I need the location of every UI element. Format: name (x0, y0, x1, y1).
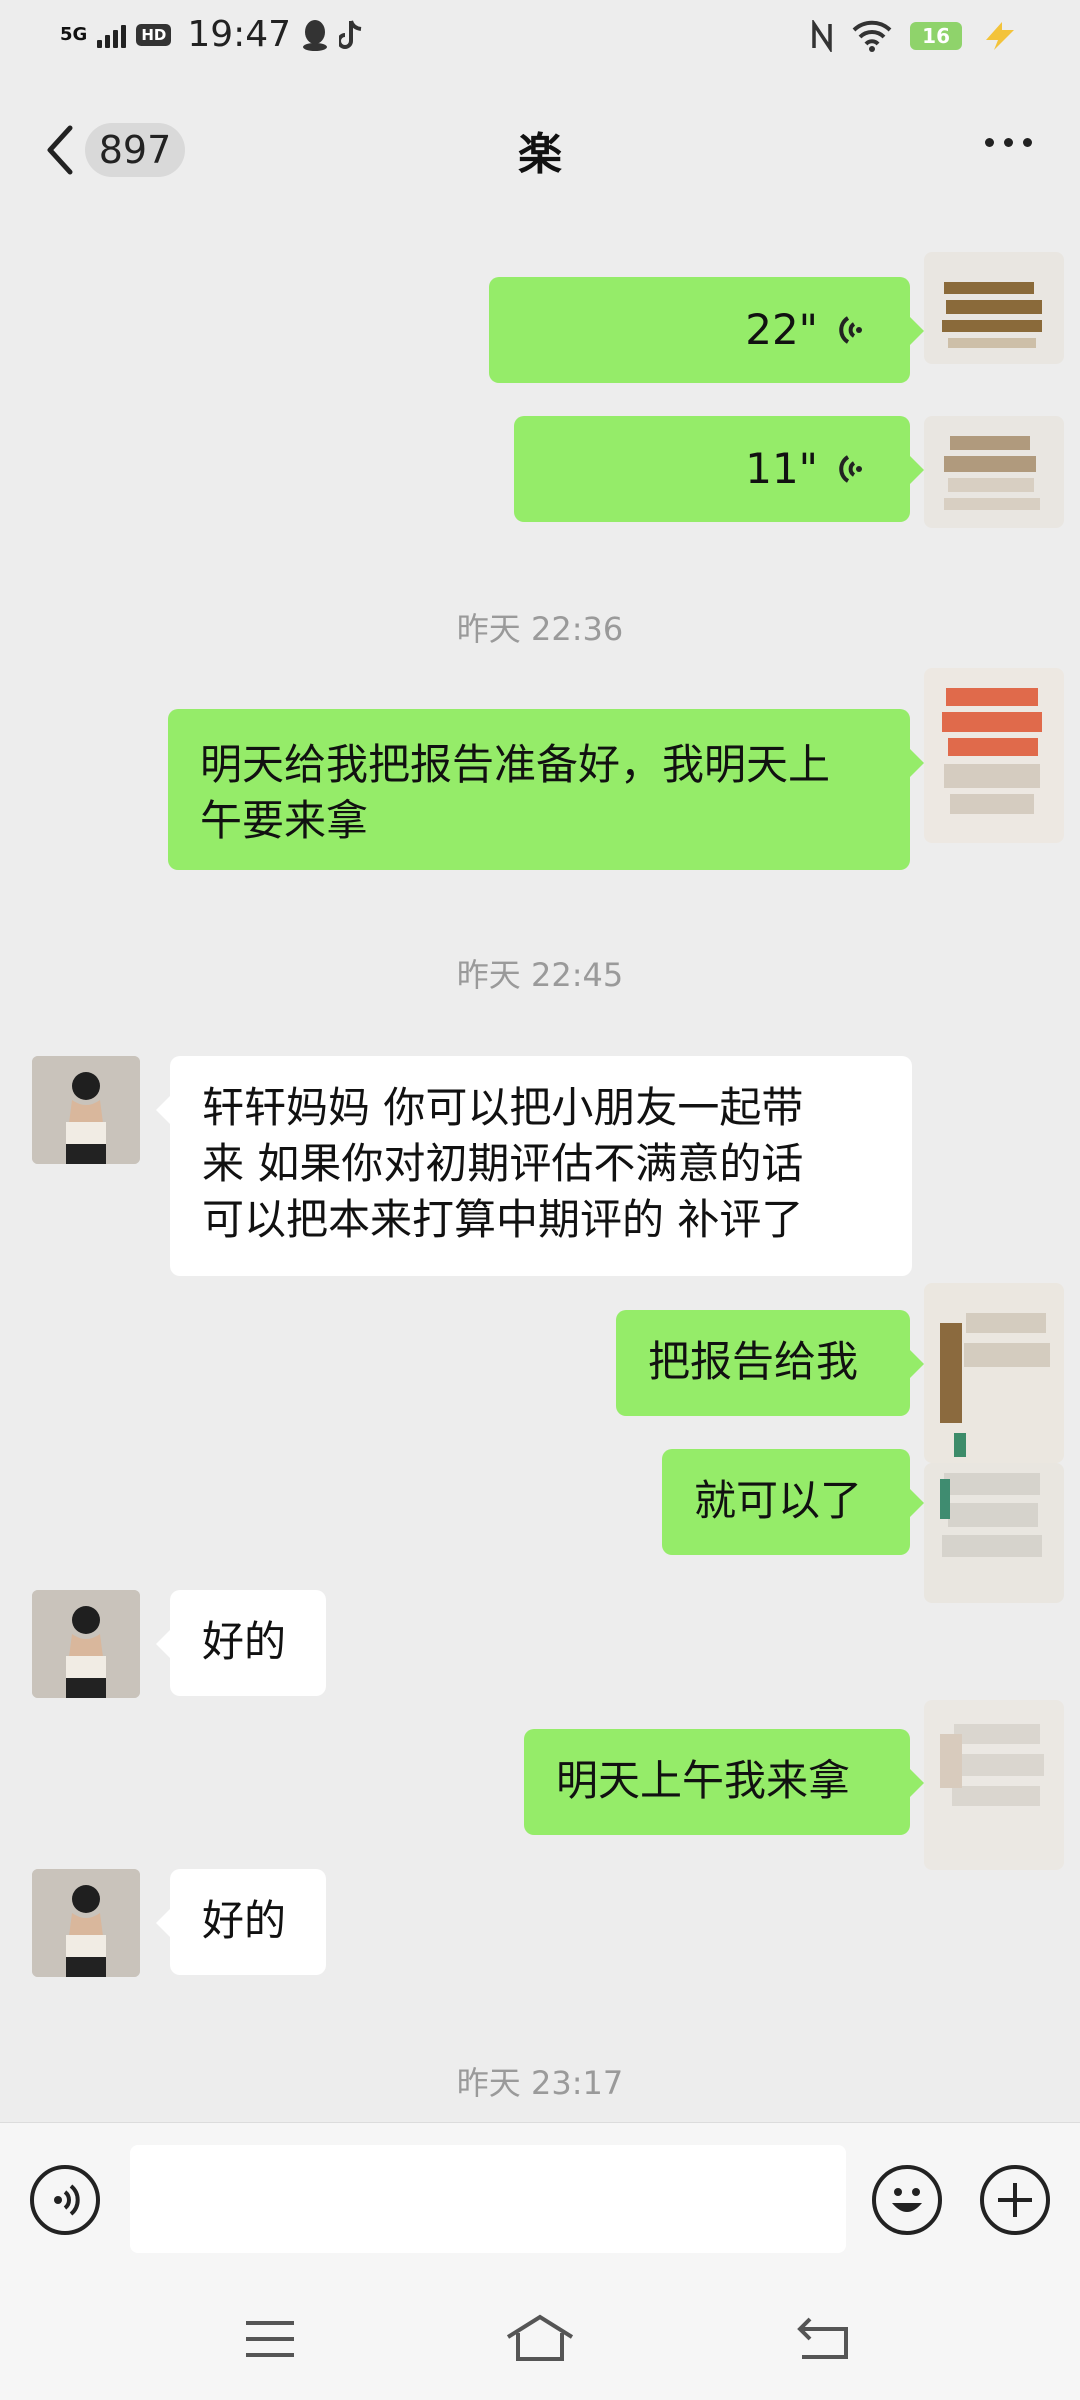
text-message[interactable]: 明天给我把报告准备好，我明天上 午要来拿 (168, 709, 924, 870)
system-nav-bar (0, 2279, 1080, 2400)
chat-header: 897 楽 (0, 80, 1080, 215)
text-message[interactable]: 好的 (156, 1869, 326, 1975)
timestamp: 昨天 22:36 (456, 610, 624, 648)
my-avatar[interactable] (924, 1700, 1064, 1870)
text-message[interactable]: 就可以了 (662, 1449, 924, 1555)
emoji-icon[interactable] (872, 2165, 942, 2235)
status-bar: 5G HD 19:47 16 (0, 0, 1080, 80)
timestamp: 昨天 23:17 (456, 2064, 624, 2102)
message-text-line: 来 如果你对初期评估不满意的话 (202, 1139, 804, 1188)
my-avatar[interactable] (924, 1283, 1064, 1463)
my-avatar[interactable] (924, 668, 1064, 843)
wifi-icon (852, 20, 892, 52)
message-text-line: 轩轩妈妈 你可以把小朋友一起带 (202, 1083, 804, 1132)
charging-icon (986, 22, 1014, 50)
message-text: 好的 (202, 1617, 287, 1666)
network-label: 5G (60, 23, 88, 45)
message-text-line: 明天给我把报告准备好，我明天上 (200, 740, 831, 789)
voice-duration: 11" (745, 444, 818, 493)
message-text-line: 可以把本来打算中期评的 补评了 (202, 1195, 804, 1244)
text-message[interactable]: 轩轩妈妈 你可以把小朋友一起带 来 如果你对初期评估不满意的话 可以把本来打算中… (156, 1056, 912, 1276)
qq-icon (303, 19, 328, 51)
voice-message[interactable]: 22" (489, 277, 924, 383)
home-icon[interactable] (504, 2313, 576, 2363)
timestamp: 昨天 22:45 (456, 956, 624, 994)
voice-input-icon[interactable] (30, 2165, 100, 2235)
text-message[interactable]: 明天上午我来拿 (524, 1729, 924, 1835)
plus-icon[interactable] (980, 2165, 1050, 2235)
contact-avatar[interactable] (32, 1056, 140, 1164)
status-time: 19:47 (187, 14, 292, 55)
message-text: 好的 (202, 1896, 287, 1945)
my-avatar[interactable] (924, 1463, 1064, 1603)
chat-title: 楽 (518, 129, 562, 180)
voice-message[interactable]: 11" (514, 416, 924, 522)
message-text: 把报告给我 (648, 1337, 859, 1386)
my-avatar[interactable] (924, 252, 1064, 364)
voice-duration: 22" (745, 305, 818, 354)
message-input[interactable] (130, 2145, 846, 2253)
voice-wave-icon (839, 316, 862, 344)
voice-wave-icon (839, 455, 862, 483)
message-text: 明天上午我来拿 (556, 1756, 851, 1805)
contact-avatar[interactable] (32, 1590, 140, 1698)
nfc-icon (812, 20, 832, 52)
input-bar (0, 2122, 1080, 2280)
my-avatar[interactable] (924, 416, 1064, 528)
text-message[interactable]: 把报告给我 (616, 1310, 924, 1416)
hd-badge: HD (136, 23, 172, 46)
message-text: 就可以了 (694, 1476, 863, 1525)
more-icon[interactable] (985, 138, 1032, 147)
menu-icon[interactable] (244, 2319, 296, 2359)
signal-icon (97, 22, 127, 48)
message-text-line: 午要来拿 (200, 796, 369, 845)
battery-level: 16 (910, 22, 962, 50)
text-message[interactable]: 好的 (156, 1590, 326, 1696)
tiktok-icon (339, 19, 362, 49)
contact-avatar[interactable] (32, 1869, 140, 1977)
back-icon[interactable] (796, 2315, 850, 2361)
